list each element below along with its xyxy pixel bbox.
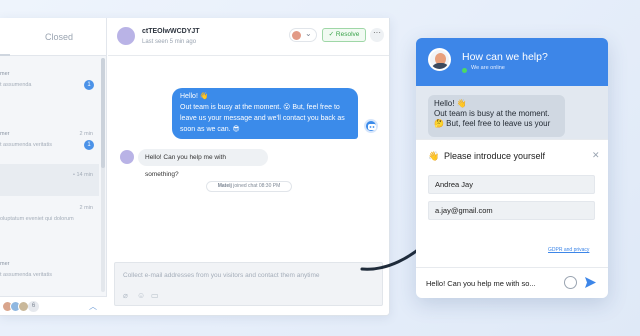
name-field[interactable]: Andrea Jay: [428, 175, 595, 194]
agent-panel: Closed mer t assumenda 1 mer 2 min t ass…: [0, 18, 390, 316]
more-agents-count[interactable]: 6: [28, 301, 39, 312]
tab-closed[interactable]: Closed: [45, 32, 73, 42]
conversation-item[interactable]: mer 2 min t assumenda veritatis 1: [0, 128, 99, 164]
message-composer[interactable]: Collect e-mail addresses from you visito…: [114, 262, 383, 306]
visitor-avatar: [120, 150, 134, 164]
conversation-tabs: Closed: [0, 18, 106, 56]
conversation-time: • 14 min: [73, 172, 93, 178]
resolve-label: Resolve: [335, 31, 360, 38]
conversation-time: 2 min: [79, 131, 93, 137]
attachment-icon[interactable]: ⌀: [123, 291, 128, 300]
conversation-preview: t assumenda veritatis: [0, 142, 52, 148]
bot-avatar: [364, 119, 378, 133]
conversation-item[interactable]: mer t assumenda 1: [0, 68, 99, 104]
widget-input-bar: Hello! Can you help me with so...: [416, 267, 608, 298]
introduce-form: 👋 Please introduce yourself ✕ Andrea Jay…: [416, 139, 608, 267]
agents-footer: 6 ︿: [0, 296, 107, 315]
widget-message: Hello! 👋 Out team is busy at the moment.…: [428, 95, 565, 137]
more-options-button[interactable]: ···: [370, 28, 384, 42]
widget-header: How can we help? We are online: [416, 38, 608, 86]
wave-icon: 👋: [428, 151, 440, 161]
widget-title: How can we help?: [462, 51, 548, 63]
conversation-name: mer: [0, 261, 10, 267]
chat-widget: How can we help? We are online Hello! 👋 …: [416, 38, 608, 298]
operator-avatar-body: [431, 63, 449, 69]
assignee-avatar: [292, 31, 301, 40]
chat-area: ctTEOlwWCDYJT Last seen 5 min ago ⌄ ✓ Re…: [108, 18, 389, 315]
emoji-icon[interactable]: ☺: [137, 291, 145, 300]
close-icon[interactable]: ✕: [592, 150, 600, 161]
unread-badge: 1: [84, 140, 94, 150]
check-icon: ✓: [328, 31, 335, 38]
visitor-avatar: [117, 27, 135, 45]
operator-avatar: [428, 48, 451, 71]
gdpr-link[interactable]: GDPR and privacy: [548, 247, 589, 253]
system-event-action: joined chat: [233, 183, 258, 189]
widget-message-input[interactable]: Hello! Can you help me with so...: [426, 279, 536, 288]
composer-placeholder: Collect e-mail addresses from you visito…: [123, 272, 320, 279]
form-title: Please introduce yourself: [444, 151, 546, 161]
image-icon[interactable]: ▭: [151, 291, 159, 300]
email-field[interactable]: a.jay@gmail.com: [428, 201, 595, 220]
online-status-dot: [462, 68, 467, 73]
conversation-item[interactable]: 2 min oluptatum eveniet qui dolorum: [0, 202, 99, 238]
send-icon[interactable]: [584, 276, 597, 289]
conversation-preview: t assumenda: [0, 82, 32, 88]
bot-icon: [368, 124, 376, 130]
conversation-item-selected[interactable]: • 14 min: [0, 164, 99, 196]
conversation-name: mer: [0, 131, 10, 137]
system-event: Mateij joined chat 08:30 PM: [206, 181, 292, 192]
conversation-preview: oluptatum eveniet qui dolorum: [0, 216, 74, 222]
chat-header: ctTEOlwWCDYJT Last seen 5 min ago ⌄ ✓ Re…: [108, 18, 389, 56]
emoji-icon[interactable]: [564, 276, 577, 289]
incoming-message: Hello! Can you help me with something?: [138, 149, 268, 178]
resolve-button[interactable]: ✓ Resolve: [322, 28, 366, 42]
conversation-name: mer: [0, 71, 10, 77]
unread-badge: 1: [84, 80, 94, 90]
tab-open-indicator: [0, 54, 10, 56]
conversation-preview: t assumenda veritatis: [0, 272, 52, 278]
online-status: We are online: [471, 65, 505, 71]
chevron-down-icon: ⌄: [305, 29, 312, 38]
last-seen: Last seen 5 min ago: [142, 39, 197, 45]
conversation-time: 2 min: [79, 205, 93, 211]
visitor-name: ctTEOlwWCDYJT: [142, 28, 200, 35]
chevron-up-icon[interactable]: ︿: [89, 301, 97, 312]
conversation-item[interactable]: mer t assumenda veritatis: [0, 258, 99, 294]
system-event-time: 08:30 PM: [258, 183, 281, 189]
outgoing-message: Hello! 👋 Out team is busy at the moment.…: [172, 88, 358, 139]
scrollbar-thumb[interactable]: [101, 58, 105, 168]
conversation-list: Closed mer t assumenda 1 mer 2 min t ass…: [0, 18, 107, 315]
assignee-dropdown[interactable]: ⌄: [289, 28, 317, 42]
system-event-name: Mateij: [217, 183, 232, 189]
